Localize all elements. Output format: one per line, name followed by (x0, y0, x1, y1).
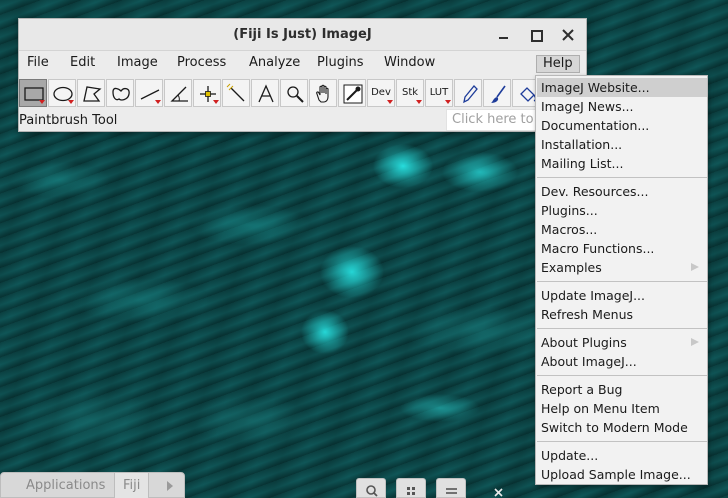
pencil-tool[interactable] (454, 79, 482, 107)
stk-label: Stk (401, 87, 419, 98)
menu-item-refresh-menus[interactable]: Refresh Menus (537, 305, 707, 324)
maximize-button[interactable] (527, 26, 545, 44)
submenu-arrow-icon (691, 338, 699, 346)
tool-options-arrow (387, 100, 393, 104)
wand-tool[interactable] (222, 79, 250, 107)
menu-item-label: Examples (541, 260, 602, 275)
freehand-tool-icon (112, 87, 130, 101)
help-dropdown-menu: ImageJ Website... ImageJ News... Documen… (535, 75, 708, 485)
grid-icon (407, 487, 415, 495)
taskbar-menu-button[interactable] (436, 478, 466, 498)
menu-item-report-bug[interactable]: Report a Bug (537, 380, 707, 399)
menu-item-about-imagej[interactable]: About ImageJ... (537, 352, 707, 371)
menu-item-imagej-news[interactable]: ImageJ News... (537, 97, 707, 116)
taskbar-search-button[interactable] (356, 478, 386, 498)
menu-item-mailing-list[interactable]: Mailing List... (537, 154, 707, 173)
dropper-tool[interactable] (338, 79, 366, 107)
menu-item-imagej-website[interactable]: ImageJ Website... (537, 78, 707, 97)
menu-edit[interactable]: Edit (64, 55, 101, 73)
menu-item-installation[interactable]: Installation... (537, 135, 707, 154)
wand-tool-icon (226, 83, 245, 102)
close-icon (494, 488, 503, 497)
close-button[interactable] (559, 26, 577, 44)
menu-analyze[interactable]: Analyze (243, 55, 306, 73)
hand-tool[interactable] (309, 79, 337, 107)
menu-item-about-plugins[interactable]: About Plugins (537, 333, 707, 352)
tool-options-arrow (445, 100, 451, 104)
menu-separator (537, 328, 707, 329)
stk-menu-tool[interactable]: Stk (396, 79, 424, 107)
taskbar-close-button[interactable] (486, 478, 512, 498)
menu-item-update[interactable]: Update... (537, 446, 707, 465)
menu-separator (537, 177, 707, 178)
menu-item-upload-sample[interactable]: Upload Sample Image... (537, 465, 707, 484)
tool-options-arrow (68, 100, 74, 104)
menu-bar: File Edit Image Process Analyze Plugins … (19, 52, 586, 74)
hand-tool-icon (316, 84, 329, 103)
taskbar-grid-button[interactable] (396, 478, 426, 498)
dev-label: Dev (371, 87, 391, 98)
menu-separator (537, 281, 707, 282)
dropper-tool-icon (343, 84, 363, 104)
text-tool-icon (258, 84, 274, 103)
menu-plugins[interactable]: Plugins (311, 55, 370, 73)
pencil-tool-icon (463, 85, 478, 104)
hamburger-menu-icon (446, 488, 457, 494)
text-tool[interactable] (251, 79, 279, 107)
close-icon (562, 29, 574, 41)
tool-options-arrow (155, 100, 161, 104)
menu-process[interactable]: Process (171, 55, 232, 73)
title-bar[interactable]: (Fiji Is Just) ImageJ (19, 19, 586, 51)
chevron-right-icon[interactable] (167, 481, 173, 491)
taskbar-applications-tab[interactable]: Applications (18, 473, 113, 498)
imagej-main-window: (Fiji Is Just) ImageJ File Edit Image Pr… (18, 18, 587, 132)
menu-item-plugins[interactable]: Plugins... (537, 201, 707, 220)
oval-tool[interactable] (48, 79, 76, 107)
submenu-arrow-icon (691, 263, 699, 271)
menu-item-modern-mode[interactable]: Switch to Modern Mode (537, 418, 707, 437)
freehand-tool[interactable] (106, 79, 134, 107)
search-field[interactable]: Click here to search (446, 109, 546, 131)
paintbrush-tool[interactable] (483, 79, 511, 107)
menu-separator (537, 441, 707, 442)
search-icon (366, 485, 378, 497)
angle-tool-icon (170, 86, 188, 102)
menu-item-documentation[interactable]: Documentation... (537, 116, 707, 135)
menu-item-macros[interactable]: Macros... (537, 220, 707, 239)
taskbar: Applications Fiji (0, 472, 185, 498)
paintbrush-tool-icon (491, 85, 506, 103)
angle-tool[interactable] (164, 79, 192, 107)
menu-file[interactable]: File (21, 55, 55, 73)
menu-item-label: About Plugins (541, 335, 627, 350)
menu-item-dev-resources[interactable]: Dev. Resources... (537, 182, 707, 201)
menu-window[interactable]: Window (378, 55, 441, 73)
line-tool[interactable] (135, 79, 163, 107)
tool-options-arrow (213, 100, 219, 104)
polygon-tool-icon (83, 86, 102, 102)
menu-item-help-on-menu[interactable]: Help on Menu Item (537, 399, 707, 418)
minimize-button[interactable] (495, 26, 513, 44)
lut-menu-tool[interactable]: LUT (425, 79, 453, 107)
menu-item-examples[interactable]: Examples (537, 258, 707, 277)
dev-menu-tool[interactable]: Dev (367, 79, 395, 107)
tool-options-arrow (39, 100, 45, 104)
tool-options-arrow (416, 100, 422, 104)
rectangle-tool[interactable] (19, 79, 47, 107)
lut-label: LUT (429, 87, 449, 98)
magnifier-tool-icon (287, 86, 304, 103)
toolbar: Dev Stk LUT (19, 79, 586, 107)
taskbar-fiji-tab[interactable]: Fiji (114, 473, 150, 498)
status-text: Paintbrush Tool (19, 113, 118, 128)
menu-help[interactable]: Help (536, 55, 580, 73)
magnifier-tool[interactable] (280, 79, 308, 107)
polygon-tool[interactable] (77, 79, 105, 107)
menu-image[interactable]: Image (111, 55, 164, 73)
menu-item-update-imagej[interactable]: Update ImageJ... (537, 286, 707, 305)
menu-item-macro-functions[interactable]: Macro Functions... (537, 239, 707, 258)
menu-separator (537, 375, 707, 376)
point-tool[interactable] (193, 79, 221, 107)
